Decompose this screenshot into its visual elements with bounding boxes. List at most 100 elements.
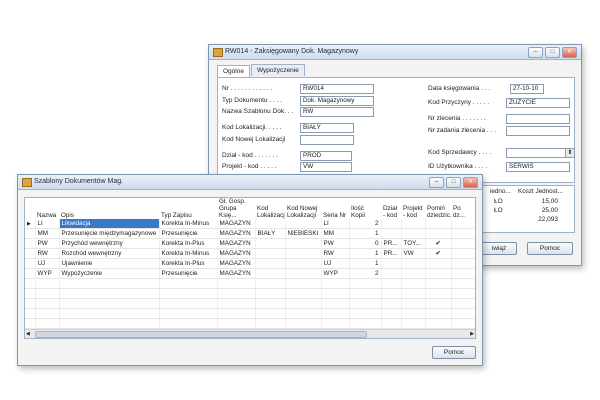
cell-typ[interactable]: Przesunięcie (159, 228, 218, 239)
table-row-empty[interactable] (25, 288, 475, 299)
cell-nazwa[interactable]: MM (35, 228, 60, 239)
column-header[interactable]: Opis (59, 198, 159, 219)
empty-cell[interactable] (59, 288, 160, 299)
cell-lok[interactable] (255, 238, 286, 249)
cell-typ[interactable]: Korekta In-Plus (159, 238, 218, 249)
cell-lok[interactable] (255, 268, 286, 279)
cell-seria[interactable]: UJ (321, 258, 350, 269)
empty-cell[interactable] (25, 298, 36, 309)
empty-cell[interactable] (35, 288, 60, 299)
row-selector[interactable] (25, 228, 36, 239)
minimize-button[interactable]: – (528, 47, 543, 58)
cell-lok[interactable]: BIAŁY (255, 228, 286, 239)
empty-cell[interactable] (35, 318, 60, 329)
cell-last[interactable] (451, 248, 475, 259)
column-header[interactable]: Kod Lokalizacji (255, 198, 285, 219)
cell-seria[interactable]: RW (321, 248, 350, 259)
cell-dzial[interactable] (381, 258, 402, 269)
field-value[interactable]: VW (300, 162, 352, 172)
empty-cell[interactable] (25, 278, 36, 289)
table-row-empty[interactable] (25, 308, 475, 319)
cell-kopie[interactable]: 1 (349, 248, 382, 259)
empty-cell[interactable] (59, 339, 159, 340)
empty-cell[interactable] (451, 288, 475, 299)
empty-cell[interactable] (217, 278, 256, 289)
cell-nazwa[interactable]: WYP (35, 268, 60, 279)
empty-cell[interactable] (349, 288, 382, 299)
cell-projekt[interactable] (401, 258, 426, 269)
cell-nowa[interactable] (285, 219, 322, 229)
cell-last[interactable] (451, 268, 475, 279)
tab-rental[interactable]: Wypożyczenie (250, 64, 305, 76)
cell-nowa[interactable] (285, 258, 322, 269)
field-value[interactable]: RW (300, 107, 374, 117)
cell-lok[interactable] (255, 258, 286, 269)
empty-cell[interactable] (401, 318, 426, 329)
empty-cell[interactable] (321, 339, 349, 340)
column-header[interactable]: Pomiń dziedzic... (425, 198, 451, 219)
cell-seria[interactable]: PW (321, 238, 350, 249)
cell-dzial[interactable] (381, 268, 402, 279)
cell-kopie[interactable]: 2 (349, 268, 382, 279)
empty-cell[interactable] (255, 298, 286, 309)
column-header[interactable]: Gł. Gosp. Grupa Księ... (217, 198, 255, 219)
empty-cell[interactable] (25, 339, 35, 340)
empty-cell[interactable] (451, 278, 475, 289)
empty-cell[interactable] (451, 318, 475, 329)
empty-cell[interactable] (159, 288, 218, 299)
empty-cell[interactable] (59, 308, 160, 319)
cell-lok[interactable] (255, 248, 286, 259)
cell-dzial[interactable] (381, 228, 402, 239)
cell-typ[interactable]: Przesunięcie (159, 268, 218, 279)
empty-cell[interactable] (381, 308, 402, 319)
empty-cell[interactable] (159, 318, 218, 329)
close-button[interactable]: ✕ (463, 177, 478, 188)
empty-cell[interactable] (25, 318, 36, 329)
empty-cell[interactable] (381, 278, 402, 289)
row-selector[interactable] (25, 258, 36, 269)
cell-grupa[interactable]: MAGAZYN (217, 268, 256, 279)
cell-typ[interactable]: Korekta In-Plus (159, 258, 218, 269)
empty-cell[interactable] (425, 298, 452, 309)
scroll-right-arrow[interactable]: ▶ (470, 331, 474, 337)
help-button[interactable]: Pomoc (527, 242, 573, 255)
cell-grupa[interactable]: MAGAZYN (217, 238, 256, 249)
table-row[interactable]: ▶ LI Likwidacja Korekta In-Minus MAGAZYN LI 2 (25, 219, 475, 229)
cell-projekt[interactable] (401, 228, 426, 239)
cell-opis[interactable]: Ujawnienie (59, 258, 160, 269)
maximize-button[interactable]: □ (545, 47, 560, 58)
table-row-empty[interactable] (25, 278, 475, 289)
empty-cell[interactable] (451, 298, 475, 309)
cell-grupa[interactable]: MAGAZYN (217, 228, 256, 239)
table-row-empty[interactable] (25, 318, 475, 329)
empty-cell[interactable] (285, 288, 322, 299)
empty-cell[interactable] (217, 288, 256, 299)
cell-nowa[interactable] (285, 238, 322, 249)
cell-kopie[interactable]: 2 (349, 219, 382, 229)
column-header[interactable]: Po dz... (451, 198, 475, 219)
maximize-button[interactable]: □ (446, 177, 461, 188)
cell-nowa[interactable] (285, 268, 322, 279)
cell-kopie[interactable]: 1 (349, 228, 382, 239)
field-value[interactable] (506, 126, 570, 136)
cell-dzial[interactable]: PR... (381, 238, 402, 249)
cell-pomin[interactable] (425, 268, 452, 279)
empty-cell[interactable] (321, 298, 350, 309)
table-row[interactable]: UJ Ujawnienie Korekta In-Plus MAGAZYN UJ 1 (25, 258, 475, 269)
cell-opis[interactable]: Wypożyczenie (59, 268, 160, 279)
link-button[interactable]: iwiąż (481, 242, 517, 255)
horizontal-scrollbar[interactable]: ◀ ▶ (25, 329, 475, 338)
empty-cell[interactable] (425, 308, 452, 319)
empty-cell[interactable] (255, 288, 286, 299)
cell-last[interactable] (451, 258, 475, 269)
field-value[interactable]: ZUŻYCIE (506, 98, 570, 108)
cell-projekt[interactable]: TOY... (401, 238, 426, 249)
empty-cell[interactable] (255, 339, 285, 340)
cell-nazwa[interactable]: RW (35, 248, 60, 259)
field-value[interactable]: Dok. Magazynowy (300, 96, 374, 106)
empty-cell[interactable] (401, 339, 425, 340)
column-header[interactable]: Nazwa (35, 198, 59, 219)
field-value[interactable]: RW014 (300, 84, 374, 94)
empty-cell[interactable] (349, 308, 382, 319)
cell-typ[interactable]: Korekta In-Minus (159, 219, 218, 229)
